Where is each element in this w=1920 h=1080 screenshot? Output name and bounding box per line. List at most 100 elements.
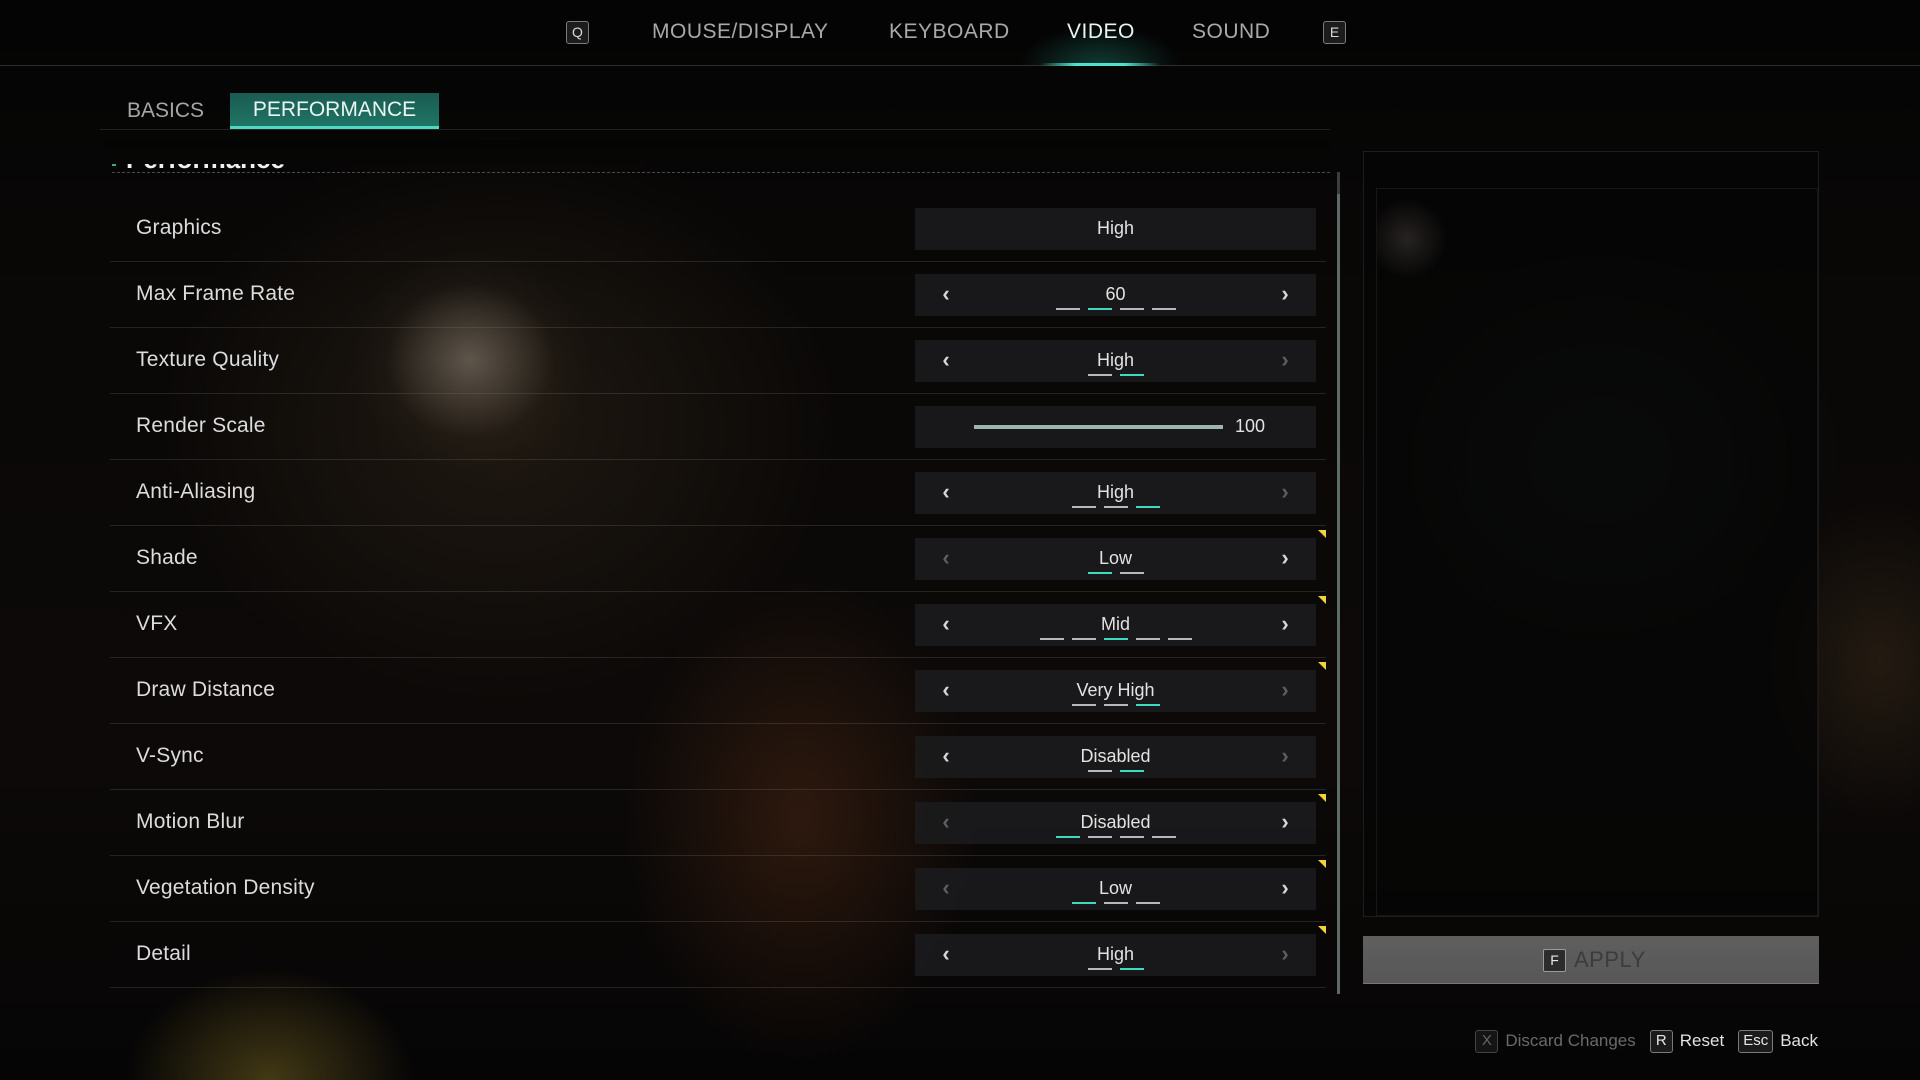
setting-value: Very High bbox=[1076, 680, 1155, 700]
setting-selector[interactable]: ‹ 60 › bbox=[915, 274, 1316, 316]
option-tick-selected bbox=[1119, 374, 1144, 376]
setting-selector[interactable]: ‹ Low › bbox=[915, 538, 1316, 580]
setting-slider[interactable]: 100 bbox=[915, 406, 1316, 448]
option-tick bbox=[1103, 902, 1128, 904]
setting-selector[interactable]: ‹ Low › bbox=[915, 868, 1316, 910]
setting-label: Draw Distance bbox=[136, 678, 276, 701]
option-tick bbox=[1167, 638, 1192, 640]
option-tick bbox=[1119, 572, 1144, 574]
option-tick bbox=[1087, 374, 1112, 376]
option-tick-selected bbox=[1103, 638, 1128, 640]
setting-row-graphics[interactable]: Graphics High bbox=[110, 196, 1326, 262]
changed-marker-icon bbox=[1318, 662, 1326, 670]
setting-label: VFX bbox=[136, 612, 178, 635]
option-tick bbox=[1103, 506, 1128, 508]
option-tick bbox=[1119, 308, 1144, 310]
slider-track[interactable] bbox=[974, 425, 1223, 429]
chevron-right-icon[interactable]: › bbox=[1273, 942, 1297, 966]
option-tick bbox=[1119, 836, 1144, 838]
changed-marker-icon bbox=[1318, 926, 1326, 934]
chevron-right-icon[interactable]: › bbox=[1273, 282, 1297, 306]
setting-row-anti-aliasing[interactable]: Anti-Aliasing ‹ High › bbox=[110, 460, 1326, 526]
setting-selector[interactable]: ‹ Very High › bbox=[915, 670, 1316, 712]
setting-value: High bbox=[1096, 218, 1135, 238]
setting-row-v-sync[interactable]: V-Sync ‹ Disabled › bbox=[110, 724, 1326, 790]
setting-selector[interactable]: ‹ Disabled › bbox=[915, 802, 1316, 844]
setting-row-texture-quality[interactable]: Texture Quality ‹ High › bbox=[110, 328, 1326, 394]
section-heading: Performance bbox=[100, 140, 1330, 174]
setting-selector[interactable]: ‹ Mid › bbox=[915, 604, 1316, 646]
prev-tab-key-hint[interactable]: Q bbox=[566, 21, 589, 44]
back-button[interactable]: Esc Back bbox=[1738, 1029, 1818, 1053]
setting-value: High bbox=[1096, 350, 1135, 370]
back-label: Back bbox=[1780, 1031, 1818, 1050]
next-tab-key-hint[interactable]: E bbox=[1323, 21, 1346, 44]
apply-button[interactable]: F APPLY bbox=[1363, 936, 1819, 984]
setting-row-shade[interactable]: Shade ‹ Low › bbox=[110, 526, 1326, 592]
setting-value: High bbox=[1096, 482, 1135, 502]
option-tick-selected bbox=[1119, 770, 1144, 772]
discard-changes-button[interactable]: X Discard Changes bbox=[1475, 1029, 1636, 1053]
option-tick bbox=[1071, 704, 1096, 706]
footer-actions: X Discard Changes R Reset Esc Back bbox=[1475, 1029, 1818, 1053]
setting-label: Shade bbox=[136, 546, 198, 569]
setting-selector[interactable]: ‹ High › bbox=[915, 472, 1316, 514]
chevron-right-icon[interactable]: › bbox=[1273, 546, 1297, 570]
option-tick bbox=[1055, 308, 1080, 310]
setting-selector[interactable]: ‹ Disabled › bbox=[915, 736, 1316, 778]
chevron-right-icon[interactable]: › bbox=[1273, 678, 1297, 702]
chevron-right-icon[interactable]: › bbox=[1273, 348, 1297, 372]
chevron-right-icon[interactable]: › bbox=[1273, 810, 1297, 834]
option-tick-selected bbox=[1071, 902, 1096, 904]
settings-list: Graphics High Max Frame Rate ‹ 60 › Texture Qu… bbox=[110, 196, 1326, 988]
setting-row-detail[interactable]: Detail ‹ High › bbox=[110, 922, 1326, 988]
setting-selector[interactable]: ‹ High › bbox=[915, 934, 1316, 976]
setting-value: 60 bbox=[1105, 284, 1126, 304]
setting-row-max-frame-rate[interactable]: Max Frame Rate ‹ 60 › bbox=[110, 262, 1326, 328]
subtab-basics[interactable]: BASICS bbox=[127, 93, 204, 129]
option-tick bbox=[1087, 968, 1112, 970]
setting-dropdown[interactable]: High bbox=[915, 208, 1316, 250]
option-tick bbox=[1071, 638, 1096, 640]
chevron-right-icon[interactable]: › bbox=[1273, 876, 1297, 900]
chevron-right-icon[interactable]: › bbox=[1273, 744, 1297, 768]
chevron-right-icon[interactable]: › bbox=[1273, 480, 1297, 504]
chevron-right-icon[interactable]: › bbox=[1273, 612, 1297, 636]
changed-marker-icon bbox=[1318, 860, 1326, 868]
setting-label: Anti-Aliasing bbox=[136, 480, 256, 503]
scrollbar-track-top bbox=[1337, 172, 1340, 194]
tab-keyboard[interactable]: KEYBOARD bbox=[889, 20, 1010, 44]
option-tick bbox=[1135, 902, 1160, 904]
setting-row-vfx[interactable]: VFX ‹ Mid › bbox=[110, 592, 1326, 658]
setting-row-motion-blur[interactable]: Motion Blur ‹ Disabled › bbox=[110, 790, 1326, 856]
setting-label: Max Frame Rate bbox=[136, 282, 296, 305]
option-indicator bbox=[915, 506, 1316, 508]
reset-label: Reset bbox=[1679, 1031, 1725, 1050]
option-tick-selected bbox=[1135, 704, 1160, 706]
setting-row-render-scale[interactable]: Render Scale 100 bbox=[110, 394, 1326, 460]
tab-mouse-display[interactable]: MOUSE/DISPLAY bbox=[652, 20, 829, 44]
setting-row-draw-distance[interactable]: Draw Distance ‹ Very High › bbox=[110, 658, 1326, 724]
option-tick bbox=[1151, 836, 1176, 838]
setting-value: Low bbox=[1098, 878, 1133, 898]
option-indicator bbox=[915, 572, 1316, 574]
option-tick bbox=[1103, 704, 1128, 706]
discard-key-hint: X bbox=[1475, 1029, 1499, 1053]
changed-marker-icon bbox=[1318, 794, 1326, 802]
top-nav-divider bbox=[0, 65, 1920, 66]
active-tab-indicator bbox=[1040, 63, 1160, 66]
setting-label: Motion Blur bbox=[136, 810, 245, 833]
subtab-performance[interactable]: PERFORMANCE bbox=[230, 93, 439, 129]
back-key-hint: Esc bbox=[1738, 1029, 1774, 1053]
setting-label: V-Sync bbox=[136, 744, 204, 767]
option-tick bbox=[1087, 836, 1112, 838]
tab-video[interactable]: VIDEO bbox=[1067, 20, 1135, 44]
setting-row-vegetation-density[interactable]: Vegetation Density ‹ Low › bbox=[110, 856, 1326, 922]
setting-label: Detail bbox=[136, 942, 191, 965]
reset-button[interactable]: R Reset bbox=[1649, 1029, 1725, 1053]
option-tick-selected bbox=[1119, 968, 1144, 970]
setting-selector[interactable]: ‹ High › bbox=[915, 340, 1316, 382]
tab-sound[interactable]: SOUND bbox=[1192, 20, 1270, 44]
settings-scrollbar[interactable] bbox=[1337, 172, 1340, 994]
setting-label: Graphics bbox=[136, 216, 222, 239]
